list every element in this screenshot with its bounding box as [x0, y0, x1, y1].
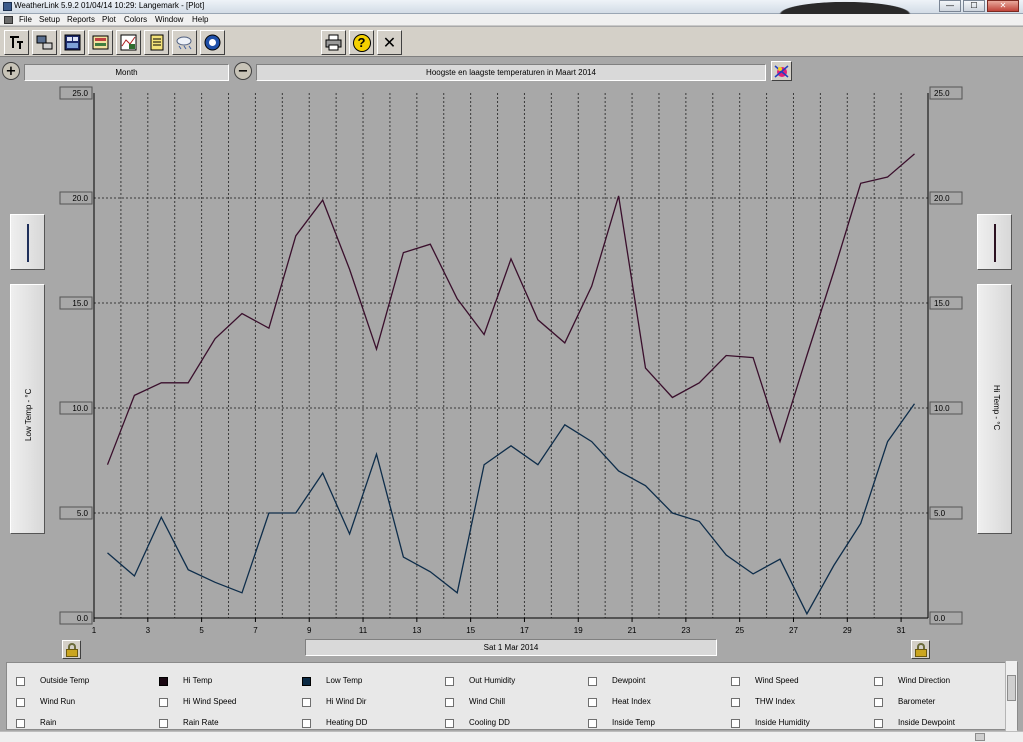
legend-label: Wind Run [40, 697, 76, 706]
legend-checkbox[interactable] [731, 719, 740, 728]
legend-label: Hi Temp [183, 676, 213, 685]
legend-checkbox[interactable] [16, 677, 25, 686]
legend-label: Outside Temp [40, 676, 90, 685]
legend-checkbox[interactable] [302, 719, 311, 728]
legend-label: Low Temp [326, 676, 363, 685]
legend-checkbox[interactable] [731, 677, 740, 686]
scrollbar-thumb[interactable] [975, 733, 985, 741]
legend-checkbox[interactable] [445, 677, 454, 686]
legend-checkbox[interactable] [588, 719, 597, 728]
legend-label: Barometer [898, 697, 936, 706]
legend-checkbox[interactable] [874, 677, 883, 686]
x-tick-label: 21 [628, 626, 637, 635]
x-tick-label: 9 [307, 626, 312, 635]
legend-label: Rain [40, 718, 57, 727]
x-tick-label: 15 [466, 626, 475, 635]
legend-label: Inside Humidity [755, 718, 810, 727]
legend-label: THW Index [755, 697, 796, 706]
left-y-tick-label: 25.0 [72, 89, 88, 98]
legend-checkbox[interactable] [159, 698, 168, 707]
left-y-tick-label: 20.0 [72, 194, 88, 203]
legend-checkbox[interactable] [874, 719, 883, 728]
x-tick-label: 17 [520, 626, 529, 635]
legend-label: Wind Direction [898, 676, 951, 685]
series-legend-panel: Outside Temp Hi Temp Low Temp Out Humidity D… [6, 662, 1018, 730]
left-lock-button[interactable] [62, 640, 81, 659]
legend-label: Inside Temp [612, 718, 655, 727]
legend-checkbox[interactable] [588, 698, 597, 707]
right-y-tick-label: 0.0 [934, 614, 946, 623]
right-y-tick-label: 10.0 [934, 404, 950, 413]
legend-checkbox[interactable] [16, 719, 25, 728]
legend-checkbox[interactable] [159, 719, 168, 728]
left-y-tick-label: 0.0 [77, 614, 89, 623]
right-y-tick-label: 20.0 [934, 194, 950, 203]
legend-label: Rain Rate [183, 718, 219, 727]
lock-icon-body [915, 649, 927, 657]
date-field[interactable]: Sat 1 Mar 2014 [305, 639, 717, 656]
x-tick-label: 7 [253, 626, 258, 635]
legend-checkbox[interactable] [159, 677, 168, 686]
x-tick-label: 27 [789, 626, 798, 635]
x-tick-label: 19 [574, 626, 583, 635]
legend-label: Hi Wind Speed [183, 697, 237, 706]
legend-checkbox[interactable] [731, 698, 740, 707]
legend-label: Cooling DD [469, 718, 510, 727]
x-tick-label: 29 [843, 626, 852, 635]
x-tick-label: 11 [359, 626, 368, 635]
right-lock-button[interactable] [911, 640, 930, 659]
legend-label: Inside Dewpoint [898, 718, 955, 727]
legend-label: Heat Index [612, 697, 651, 706]
x-tick-label: 23 [681, 626, 690, 635]
scrollbar-thumb[interactable] [1007, 675, 1016, 701]
legend-vertical-scrollbar[interactable] [1005, 661, 1017, 731]
legend-checkbox[interactable] [302, 698, 311, 707]
x-tick-label: 25 [735, 626, 744, 635]
x-tick-label: 5 [199, 626, 204, 635]
legend-label: Wind Speed [755, 676, 799, 685]
legend-label: Dewpoint [612, 676, 646, 685]
legend-checkbox[interactable] [588, 677, 597, 686]
horizontal-scrollbar[interactable] [0, 731, 1023, 742]
x-tick-label: 1 [92, 626, 97, 635]
temperature-chart: 1 3 5 7 9 11 13 15 17 19 21 23 25 27 29 310.0 0.05.0 5.01… [59, 86, 963, 635]
lock-icon-body [66, 649, 78, 657]
legend-checkbox[interactable] [445, 719, 454, 728]
x-tick-label: 13 [412, 626, 421, 635]
left-y-tick-label: 15.0 [72, 299, 88, 308]
legend-checkbox[interactable] [302, 677, 311, 686]
x-tick-label: 31 [897, 626, 906, 635]
left-y-tick-label: 5.0 [77, 509, 89, 518]
legend-label: Out Humidity [469, 676, 516, 685]
right-y-tick-label: 25.0 [934, 89, 950, 98]
x-tick-label: 3 [146, 626, 151, 635]
legend-checkbox[interactable] [445, 698, 454, 707]
legend-checkbox[interactable] [874, 698, 883, 707]
legend-label: Wind Chill [469, 697, 506, 706]
legend-label: Heating DD [326, 718, 368, 727]
right-y-tick-label: 5.0 [934, 509, 946, 518]
left-y-tick-label: 10.0 [72, 404, 88, 413]
legend-label: Hi Wind Dir [326, 697, 367, 706]
legend-checkbox[interactable] [16, 698, 25, 707]
right-y-tick-label: 15.0 [934, 299, 950, 308]
